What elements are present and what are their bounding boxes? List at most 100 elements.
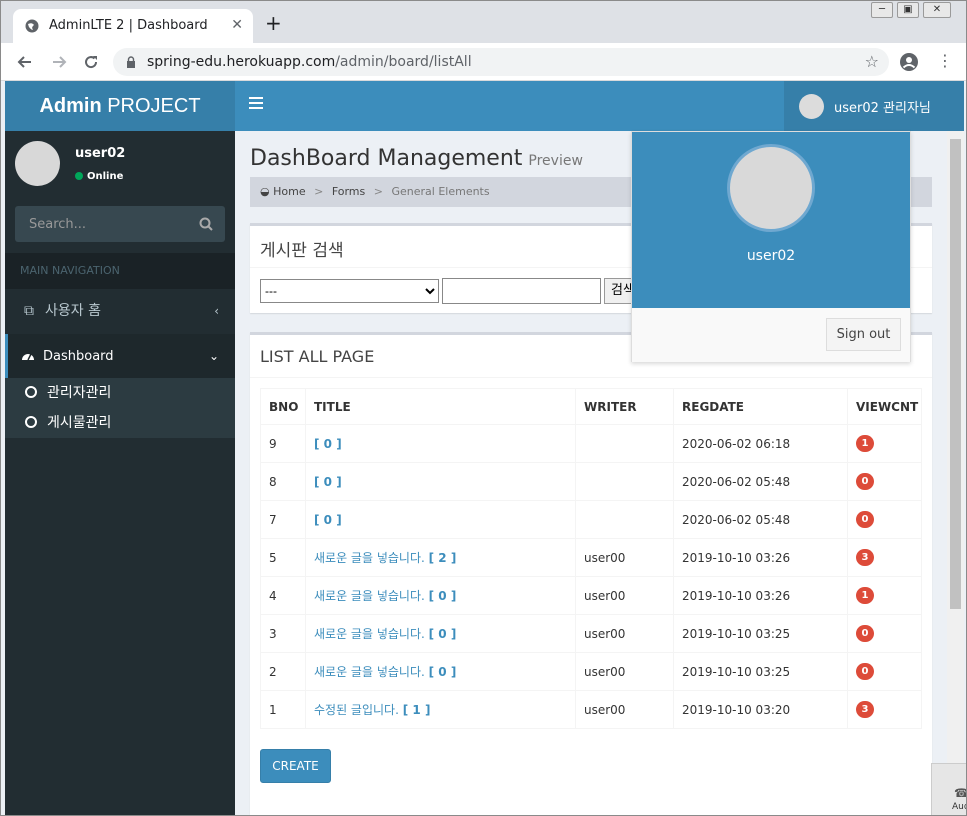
table-row: 7 [ 0 ] 2020-06-02 05:48 0: [260, 500, 922, 539]
minimize-button[interactable]: ─: [871, 2, 893, 18]
create-button[interactable]: CREATE: [260, 749, 331, 783]
viewcnt-badge: 0: [856, 663, 874, 680]
breadcrumb-current: General Elements: [391, 185, 490, 198]
avatar: [15, 141, 60, 186]
col-viewcnt: VIEWCNT: [847, 388, 922, 425]
post-title-link[interactable]: 새로운 글을 넣습니다. [ 2 ]: [305, 538, 576, 577]
main-header: Admin PROJECT user02 관리자님: [5, 81, 964, 131]
col-writer: WRITER: [575, 388, 674, 425]
breadcrumb-home[interactable]: Home: [273, 185, 305, 198]
nav-header: MAIN NAVIGATION: [5, 253, 235, 289]
post-title-link[interactable]: 새로운 글을 넣습니다. [ 0 ]: [305, 614, 576, 653]
user-menu-label: user02 관리자님: [834, 101, 931, 116]
audio-widget-label: Aud: [952, 802, 966, 812]
list-box-panel: LIST ALL PAGE BNO TITLE WRITER REGDATE V…: [250, 332, 932, 815]
scrollbar-thumb[interactable]: [950, 139, 961, 609]
sidebar-search-input[interactable]: Search...: [15, 206, 225, 242]
post-title-link[interactable]: 새로운 글을 넣습니다. [ 0 ]: [305, 576, 576, 615]
user-dropdown-menu: user02 Sign out: [631, 131, 911, 362]
sidebar-item-user-home[interactable]: ⧉ 사용자 홈 ‹: [5, 289, 235, 333]
dropdown-user-name: user02: [746, 248, 796, 264]
browser-tab[interactable]: AdminLTE 2 | Dashboard ✕: [13, 9, 253, 43]
table-header-row: BNO TITLE WRITER REGDATE VIEWCNT: [260, 388, 922, 425]
page-title: DashBoard Management Preview: [250, 146, 583, 171]
search-icon[interactable]: [199, 217, 213, 231]
search-placeholder: Search...: [29, 217, 87, 232]
search-type-select[interactable]: ---: [260, 279, 439, 303]
page-subtitle: Preview: [528, 153, 583, 169]
audio-widget[interactable]: ☎ Aud: [931, 763, 966, 815]
tab-title: AdminLTE 2 | Dashboard: [49, 18, 208, 33]
logo[interactable]: Admin PROJECT: [5, 81, 235, 131]
forward-icon[interactable]: [49, 52, 69, 72]
browser-window: AdminLTE 2 | Dashboard ✕ + ─ ▣ ✕ spring-…: [0, 0, 967, 816]
col-bno: BNO: [260, 388, 306, 425]
viewcnt-badge: 1: [856, 587, 874, 604]
breadcrumb-forms[interactable]: Forms: [332, 185, 365, 198]
col-title: TITLE: [305, 388, 576, 425]
post-title-link[interactable]: 수정된 글입니다. [ 1 ]: [305, 690, 576, 729]
post-title-link[interactable]: [ 0 ]: [305, 462, 576, 501]
viewcnt-badge: 3: [856, 701, 874, 718]
post-title-link[interactable]: [ 0 ]: [305, 424, 576, 463]
tab-strip: AdminLTE 2 | Dashboard ✕ + ─ ▣ ✕: [1, 1, 966, 43]
online-dot-icon: [75, 172, 83, 180]
online-status: Online: [75, 171, 123, 182]
close-tab-icon[interactable]: ✕: [231, 17, 243, 33]
browser-toolbar: spring-edu.herokuapp.com/admin/board/lis…: [1, 43, 966, 81]
table-row: 2 새로운 글을 넣습니다. [ 0 ] user00 2019-10-10 0…: [260, 652, 922, 691]
copy-icon: ⧉: [24, 303, 34, 319]
sidebar-user-name: user02: [75, 146, 126, 161]
avatar: [727, 144, 815, 232]
dashboard-icon: [22, 353, 34, 361]
viewcnt-badge: 1: [856, 435, 874, 452]
table-row: 5 새로운 글을 넣습니다. [ 2 ] user00 2019-10-10 0…: [260, 538, 922, 577]
sidebar-item-admin-manage[interactable]: 관리자관리: [25, 378, 111, 408]
restore-button[interactable]: ▣: [897, 2, 919, 18]
user-dropdown-footer: Sign out: [632, 308, 910, 362]
dashboard-submenu: 관리자관리 게시물관리: [5, 378, 235, 438]
chevron-left-icon: ‹: [214, 304, 219, 318]
sidebar: user02 Online Search... MAIN NAVIGATION …: [5, 131, 235, 815]
col-regdate: REGDATE: [673, 388, 848, 425]
viewcnt-badge: 0: [856, 473, 874, 490]
table-row: 4 새로운 글을 넣습니다. [ 0 ] user00 2019-10-10 0…: [260, 576, 922, 615]
user-menu-toggle[interactable]: user02 관리자님: [784, 81, 964, 131]
user-dropdown-header: user02: [632, 132, 910, 308]
circle-icon: [25, 416, 37, 428]
globe-icon: [25, 19, 39, 33]
sidebar-toggle-icon[interactable]: [249, 97, 263, 113]
phone-icon: ☎: [954, 786, 966, 800]
address-bar[interactable]: spring-edu.herokuapp.com/admin/board/lis…: [113, 48, 889, 76]
chevron-down-icon: ⌄: [208, 349, 219, 363]
bookmark-star-icon[interactable]: ☆: [865, 52, 879, 71]
viewcnt-badge: 0: [856, 511, 874, 528]
search-keyword-input[interactable]: [442, 278, 601, 304]
lock-icon: [127, 56, 135, 68]
table-row: 9 [ 0 ] 2020-06-02 06:18 1: [260, 424, 922, 463]
post-title-link[interactable]: 새로운 글을 넣습니다. [ 0 ]: [305, 652, 576, 691]
list-box-title: LIST ALL PAGE: [260, 347, 375, 366]
table-row: 1 수정된 글입니다. [ 1 ] user00 2019-10-10 03:2…: [260, 690, 922, 729]
browser-menu-icon[interactable]: ⋮: [937, 51, 953, 70]
close-window-button[interactable]: ✕: [923, 2, 951, 18]
new-tab-button[interactable]: +: [265, 13, 282, 33]
page-scrollbar[interactable]: [947, 131, 964, 815]
sidebar-item-post-manage[interactable]: 게시물관리: [25, 408, 111, 438]
board-table: BNO TITLE WRITER REGDATE VIEWCNT 9 [ 0 ]…: [260, 388, 922, 729]
profile-icon[interactable]: [899, 52, 919, 72]
viewcnt-badge: 0: [856, 625, 874, 642]
table-row: 3 새로운 글을 넣습니다. [ 0 ] user00 2019-10-10 0…: [260, 614, 922, 653]
dashboard-icon: ◒: [260, 185, 270, 198]
viewcnt-badge: 3: [856, 549, 874, 566]
reload-icon[interactable]: [81, 52, 101, 72]
url-text: spring-edu.herokuapp.com/admin/board/lis…: [147, 54, 472, 70]
table-row: 8 [ 0 ] 2020-06-02 05:48 0: [260, 462, 922, 501]
post-title-link[interactable]: [ 0 ]: [305, 500, 576, 539]
sign-out-button[interactable]: Sign out: [826, 318, 901, 351]
circle-icon: [25, 386, 37, 398]
search-box-title: 게시판 검색: [260, 241, 344, 261]
back-icon[interactable]: [15, 52, 35, 72]
sidebar-item-dashboard[interactable]: Dashboard ⌄: [5, 334, 235, 378]
avatar: [799, 94, 824, 119]
